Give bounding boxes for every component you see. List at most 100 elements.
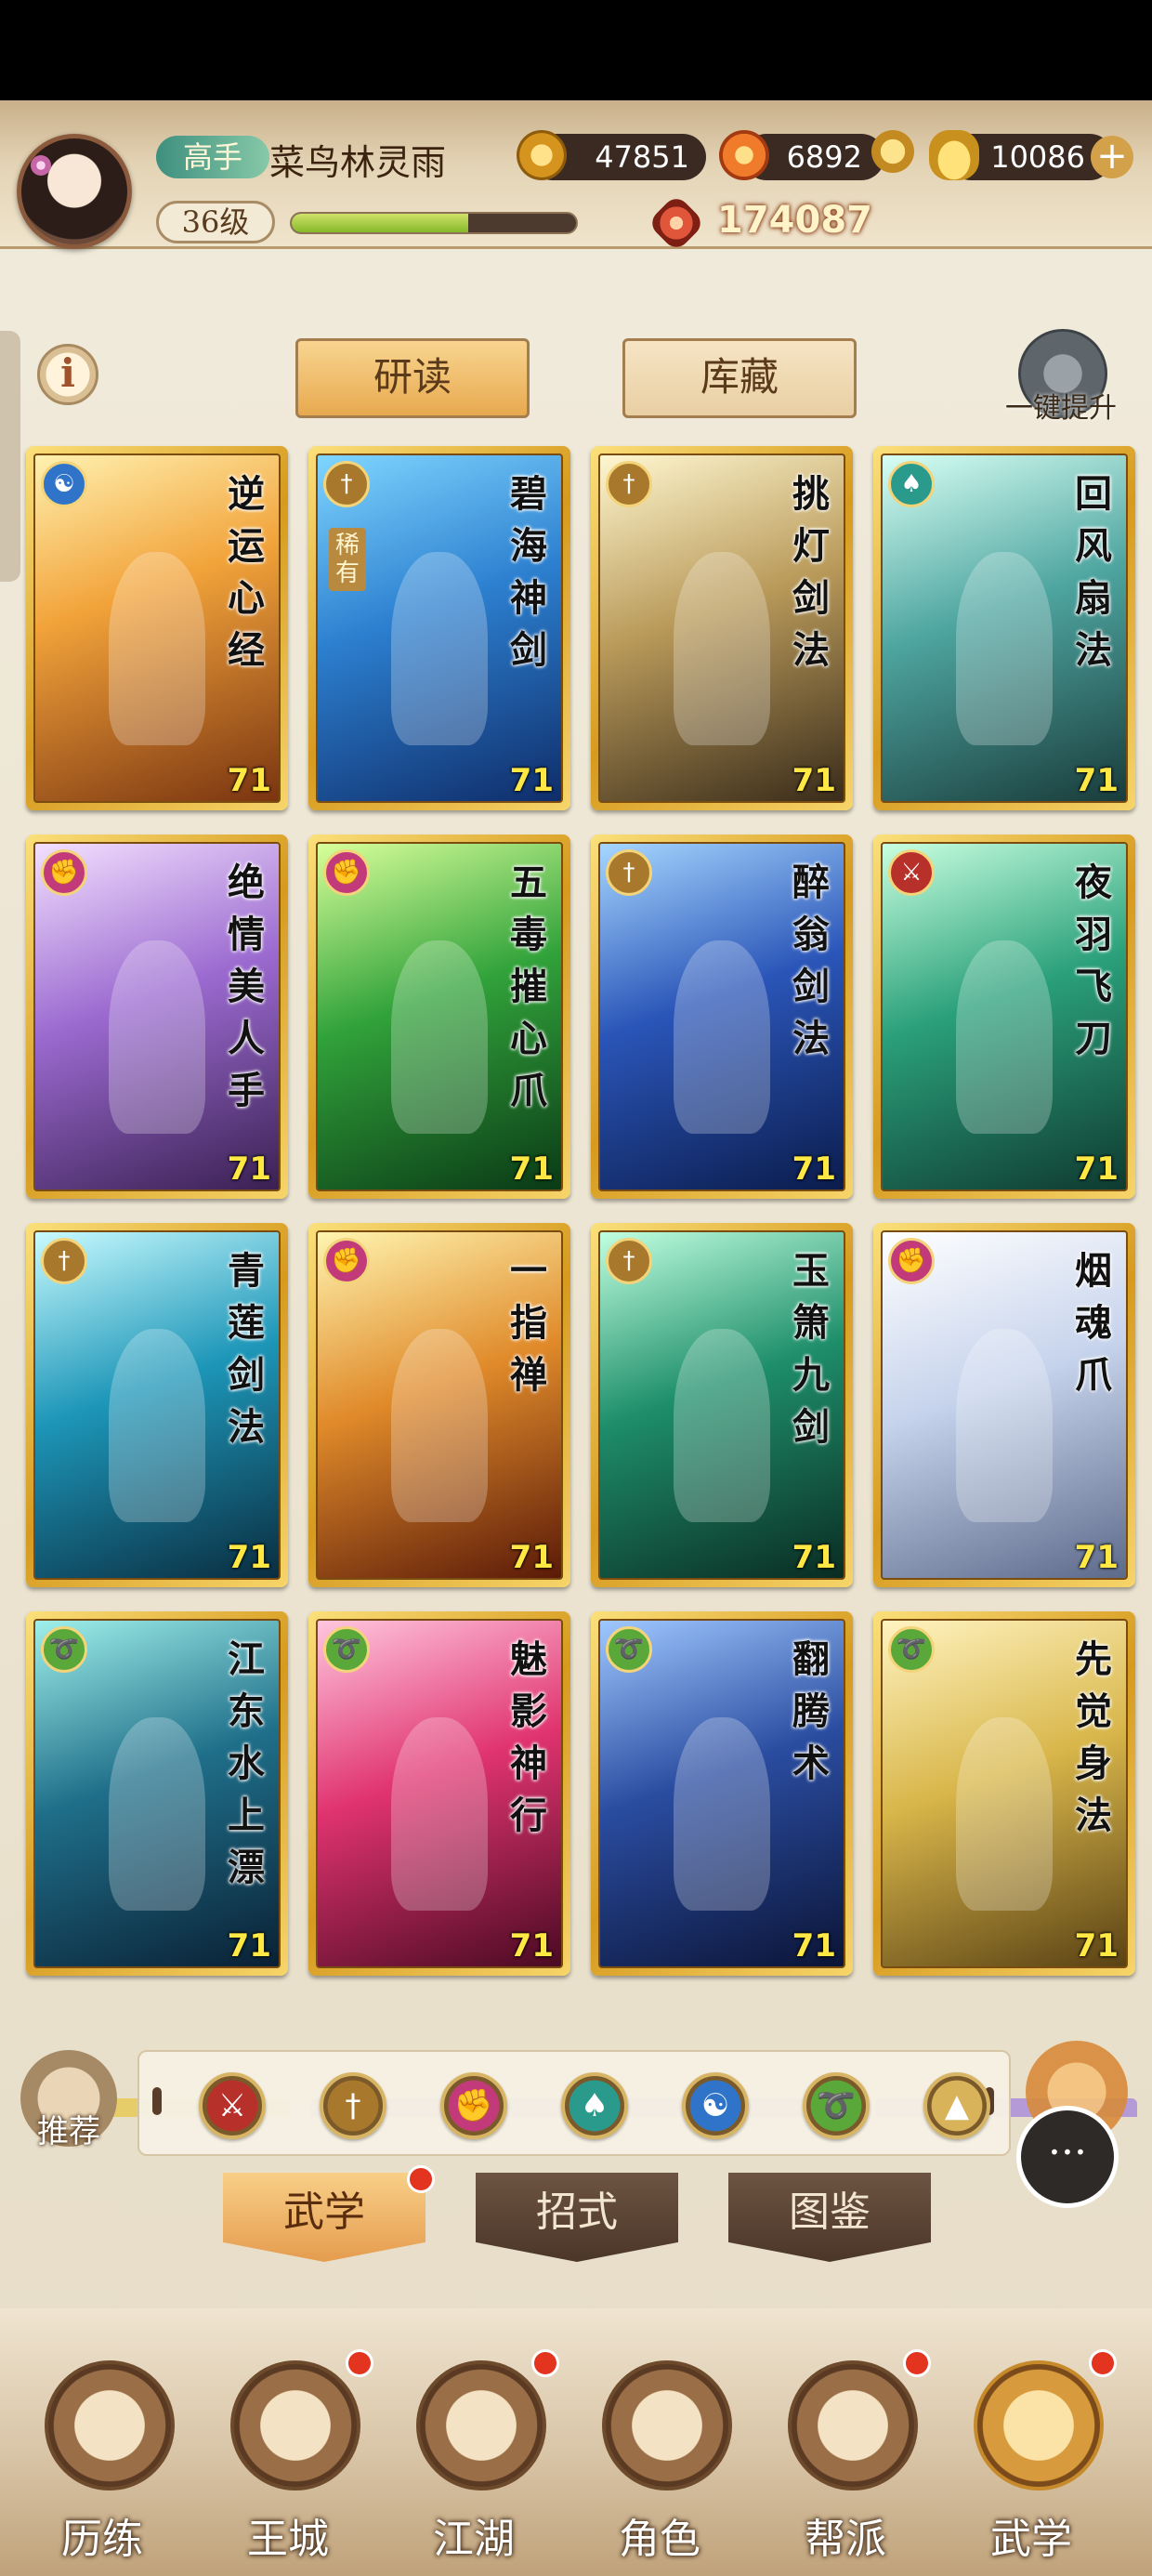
subtab-moves[interactable]: 招式 xyxy=(476,2173,678,2262)
character-figure xyxy=(673,940,771,1135)
nav-jianghu[interactable]: 江湖 xyxy=(390,2349,559,2563)
character-figure xyxy=(955,940,1054,1135)
fan-filter-icon[interactable]: ♠ xyxy=(561,2072,628,2139)
recommend-button[interactable]: 推荐 xyxy=(20,2050,117,2162)
card-title: 五毒摧心爪 xyxy=(510,861,547,1112)
sword-filter-icon[interactable]: † xyxy=(320,2072,386,2139)
skill-card[interactable]: ⚔ 夜羽飞刀 71 xyxy=(873,835,1135,1199)
card-title: 烟魂爪 xyxy=(1075,1249,1112,1397)
yinyang-filter-icon[interactable]: ☯ xyxy=(682,2072,749,2139)
coin-counter: 47851 xyxy=(517,130,706,180)
tab-storage[interactable]: 库藏 xyxy=(622,338,857,418)
blade-filter-icon[interactable]: ⚔ xyxy=(199,2072,266,2139)
power-icon xyxy=(647,193,706,253)
card-title: 玉箫九剑 xyxy=(792,1249,830,1449)
skill-card[interactable]: † 挑灯剑法 71 xyxy=(591,446,853,810)
fan-school-icon: ♠ xyxy=(888,461,935,507)
info-button[interactable]: i xyxy=(37,344,98,405)
card-level: 71 xyxy=(227,1539,271,1576)
notification-dot xyxy=(407,2165,435,2193)
flame-counter: 6892 xyxy=(719,130,914,180)
character-figure xyxy=(955,552,1054,746)
card-title: 挑灯剑法 xyxy=(792,472,830,672)
level-badge: 36级 xyxy=(156,201,275,243)
skill-card[interactable]: ➰ 魅影神行 71 xyxy=(308,1611,570,1976)
notification-dot xyxy=(531,2349,559,2377)
nav-royal-city[interactable]: 王城 xyxy=(204,2349,373,2563)
skill-card[interactable]: † 稀有 碧海神剑 71 xyxy=(308,446,570,810)
card-title: 夜羽飞刀 xyxy=(1075,861,1112,1060)
flower-icon xyxy=(31,155,51,176)
skill-card[interactable]: † 青莲剑法 71 xyxy=(26,1223,288,1587)
character-figure xyxy=(390,1329,489,1523)
player-name: 菜鸟林灵雨 xyxy=(269,142,447,183)
card-title: 青莲剑法 xyxy=(228,1249,265,1449)
skill-card[interactable]: ✊ 烟魂爪 71 xyxy=(873,1223,1135,1587)
sword-school-icon: † xyxy=(606,849,652,896)
character-figure xyxy=(108,1717,206,1912)
card-art: ➰ 江东水上漂 71 xyxy=(33,1619,281,1968)
exp-bar xyxy=(290,212,578,234)
card-level: 71 xyxy=(1074,762,1119,799)
skill-card[interactable]: ✊ 五毒摧心爪 71 xyxy=(308,835,570,1199)
special-filter-icon[interactable]: ▲ xyxy=(923,2072,990,2139)
skill-card[interactable]: ☯ 逆运心经 71 xyxy=(26,446,288,810)
chat-button[interactable]: ··· xyxy=(1016,2106,1119,2208)
tab-study[interactable]: 研读 xyxy=(295,338,530,418)
notification-dot xyxy=(346,2349,373,2377)
card-level: 71 xyxy=(1074,1539,1119,1576)
ingot-value: 10086 xyxy=(990,139,1085,175)
skill-card[interactable]: ➰ 翻腾术 71 xyxy=(591,1611,853,1976)
card-art: † 挑灯剑法 71 xyxy=(598,453,845,803)
side-drawer-handle[interactable] xyxy=(0,331,20,582)
skill-card[interactable]: † 玉箫九剑 71 xyxy=(591,1223,853,1587)
movement-school-icon: ➰ xyxy=(888,1626,935,1673)
subtab-martial-arts[interactable]: 武学 xyxy=(223,2173,425,2262)
card-level: 71 xyxy=(792,1539,836,1576)
fist-school-icon: ✊ xyxy=(323,849,370,896)
nav-character[interactable]: 角色 xyxy=(576,2349,743,2563)
scroll-icon xyxy=(974,2360,1104,2491)
skill-card[interactable]: ✊ 绝情美人手 71 xyxy=(26,835,288,1199)
character-figure xyxy=(673,1717,771,1912)
nav-label: 江湖 xyxy=(433,2516,515,2563)
card-art: † 稀有 碧海神剑 71 xyxy=(316,453,563,803)
skill-card[interactable]: † 醉翁剑法 71 xyxy=(591,835,853,1199)
character-figure xyxy=(673,1329,771,1523)
card-level: 71 xyxy=(792,762,836,799)
notification-dot xyxy=(903,2349,931,2377)
movement-school-icon: ➰ xyxy=(606,1626,652,1673)
subtab-codex[interactable]: 图鉴 xyxy=(728,2173,931,2262)
skill-card[interactable]: ✊ 一指禅 71 xyxy=(308,1223,570,1587)
scroll-bead-left xyxy=(152,2087,162,2115)
nav-training[interactable]: 历练 xyxy=(19,2349,186,2563)
flame-value: 6892 xyxy=(786,139,862,175)
character-figure xyxy=(390,552,489,746)
movement-filter-icon[interactable]: ➰ xyxy=(803,2072,870,2139)
notification-dot xyxy=(1089,2349,1117,2377)
nav-guild[interactable]: 帮派 xyxy=(762,2349,931,2563)
add-currency-button[interactable]: + xyxy=(1091,136,1133,178)
card-art: ➰ 魅影神行 71 xyxy=(316,1619,563,1968)
card-title: 先觉身法 xyxy=(1075,1637,1112,1837)
skill-card[interactable]: ➰ 先觉身法 71 xyxy=(873,1611,1135,1976)
one-click-upgrade-button[interactable]: 一键提升 xyxy=(987,329,1135,431)
card-level: 71 xyxy=(227,762,271,799)
card-level: 71 xyxy=(509,762,554,799)
player-header: 高手 菜鸟林灵雨 36级 47851 6892 10086 + 174087 xyxy=(0,100,1152,253)
fist-school-icon: ✊ xyxy=(888,1238,935,1284)
card-level: 71 xyxy=(509,1150,554,1188)
ingot-counter: 10086 + xyxy=(929,130,1133,180)
player-avatar[interactable] xyxy=(17,134,132,249)
nav-label: 武学 xyxy=(990,2516,1072,2563)
fist-filter-icon[interactable]: ✊ xyxy=(440,2072,507,2139)
upgrade-label: 一键提升 xyxy=(1005,392,1117,425)
card-title: 醉翁剑法 xyxy=(792,861,830,1060)
skill-card[interactable]: ➰ 江东水上漂 71 xyxy=(26,1611,288,1976)
sword-school-icon: † xyxy=(606,1238,652,1284)
card-art: ➰ 先觉身法 71 xyxy=(881,1619,1128,1968)
card-level: 71 xyxy=(509,1539,554,1576)
skill-card[interactable]: ♠ 回风扇法 71 xyxy=(873,446,1135,810)
nav-martial-arts[interactable]: 武学 xyxy=(948,2349,1117,2563)
flame-icon xyxy=(719,130,769,180)
